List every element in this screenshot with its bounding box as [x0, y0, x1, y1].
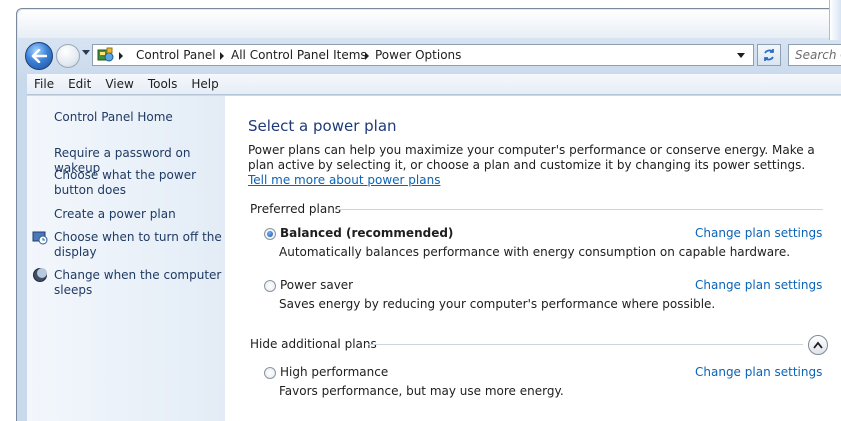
crumb-chevron-icon[interactable]: [119, 52, 123, 60]
high-performance-radio[interactable]: [264, 367, 276, 379]
menu-view[interactable]: View: [98, 74, 140, 95]
high-performance-plan-desc: Favors performance, but may use more ene…: [279, 384, 564, 398]
menu-help[interactable]: Help: [184, 74, 225, 95]
high-performance-change-settings-link[interactable]: Change plan settings: [695, 365, 822, 379]
crumb-power-options[interactable]: Power Options: [375, 48, 461, 62]
moon-icon: [33, 268, 47, 282]
menu-tools[interactable]: Tools: [141, 74, 185, 95]
refresh-button[interactable]: [757, 44, 781, 66]
crumb-chevron-icon[interactable]: [365, 52, 369, 60]
high-performance-plan-name[interactable]: High performance: [280, 365, 388, 379]
additional-plans-heading[interactable]: Hide additional plans: [250, 337, 377, 351]
main-panel: Select a power plan Power plans can help…: [225, 96, 841, 421]
task-pane: Control Panel Home Require a password on…: [27, 96, 225, 421]
power-saver-plan-desc: Saves energy by reducing your computer's…: [279, 297, 716, 311]
menu-edit[interactable]: Edit: [61, 74, 98, 95]
navigation-bar: Control Panel All Control Panel Items Po…: [16, 40, 841, 72]
divider: [368, 344, 803, 345]
address-dropdown-icon[interactable]: [737, 53, 745, 58]
tell-me-more-link[interactable]: Tell me more about power plans: [248, 173, 440, 187]
divider: [335, 209, 823, 210]
balanced-change-settings-link[interactable]: Change plan settings: [695, 226, 822, 240]
page-title: Select a power plan: [248, 117, 397, 135]
menu-file[interactable]: File: [27, 74, 61, 95]
display-off-link[interactable]: Choose when to turn off the display: [54, 230, 222, 260]
crumb-all-items[interactable]: All Control Panel Items: [231, 48, 367, 62]
power-button-link[interactable]: Choose what the power button does: [54, 168, 222, 198]
display-clock-icon: [32, 231, 48, 245]
balanced-plan-desc: Automatically balances performance with …: [279, 245, 791, 259]
intro-text: Power plans can help you maximize your c…: [248, 143, 828, 188]
power-saver-plan-name[interactable]: Power saver: [280, 278, 353, 292]
sleep-settings-link[interactable]: Change when the computer sleeps: [54, 268, 222, 298]
chevron-up-icon: [813, 341, 823, 349]
create-plan-link[interactable]: Create a power plan: [54, 207, 222, 222]
power-saver-radio[interactable]: [264, 280, 276, 292]
preferred-plans-heading: Preferred plans: [250, 202, 342, 216]
control-panel-home-link[interactable]: Control Panel Home: [54, 110, 222, 125]
recent-pages-chevron-icon[interactable]: [82, 50, 90, 55]
title-strip: [18, 10, 841, 38]
collapse-plans-button[interactable]: [808, 335, 828, 355]
power-saver-change-settings-link[interactable]: Change plan settings: [695, 278, 822, 292]
crumb-chevron-icon[interactable]: [220, 52, 224, 60]
arrow-left-icon: [31, 49, 47, 63]
intro-body: Power plans can help you maximize your c…: [248, 143, 815, 172]
refresh-icon: [764, 49, 774, 61]
control-panel-icon: [97, 47, 114, 62]
balanced-plan-name[interactable]: Balanced (recommended): [280, 226, 453, 240]
window-edge: [829, 0, 841, 40]
menu-bar: File Edit View Tools Help: [27, 74, 841, 95]
crumb-control-panel[interactable]: Control Panel: [136, 48, 216, 62]
balanced-radio[interactable]: [264, 228, 276, 240]
search-input[interactable]: Search Co: [788, 44, 841, 66]
back-button[interactable]: [25, 42, 53, 70]
address-bar[interactable]: Control Panel All Control Panel Items Po…: [92, 44, 754, 66]
forward-button[interactable]: [56, 44, 80, 68]
